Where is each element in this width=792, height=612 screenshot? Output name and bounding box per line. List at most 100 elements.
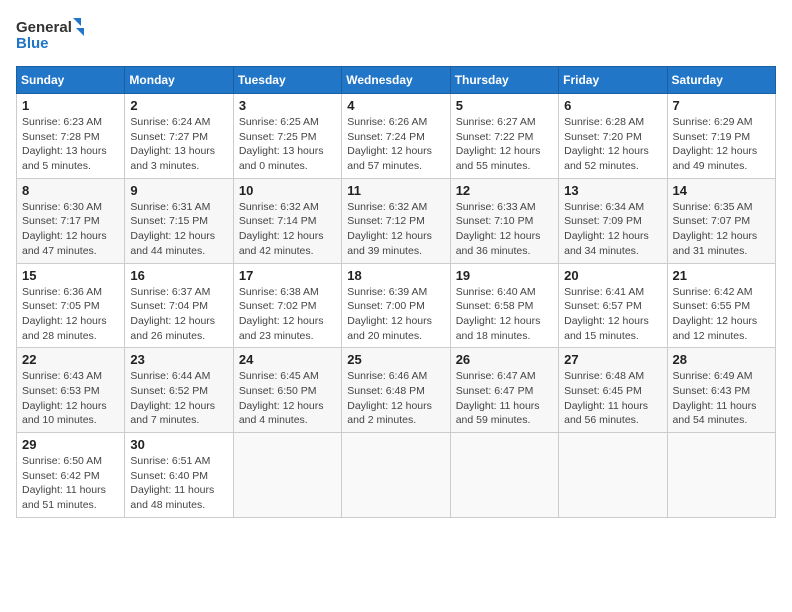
sunrise-label: Sunrise: 6:32 AM [239, 201, 319, 213]
calendar-cell: 30 Sunrise: 6:51 AM Sunset: 6:40 PM Dayl… [125, 433, 233, 518]
day-number: 8 [22, 183, 119, 198]
day-info: Sunrise: 6:42 AM Sunset: 6:55 PM Dayligh… [673, 285, 770, 344]
day-info: Sunrise: 6:32 AM Sunset: 7:14 PM Dayligh… [239, 200, 336, 259]
sunset-label: Sunset: 7:07 PM [673, 215, 751, 227]
day-number: 18 [347, 268, 444, 283]
sunrise-label: Sunrise: 6:33 AM [456, 201, 536, 213]
calendar-week-5: 29 Sunrise: 6:50 AM Sunset: 6:42 PM Dayl… [17, 433, 776, 518]
sunrise-label: Sunrise: 6:32 AM [347, 201, 427, 213]
sunset-label: Sunset: 7:00 PM [347, 300, 425, 312]
day-number: 10 [239, 183, 336, 198]
sunset-label: Sunset: 7:27 PM [130, 131, 208, 143]
day-number: 28 [673, 352, 770, 367]
day-info: Sunrise: 6:44 AM Sunset: 6:52 PM Dayligh… [130, 369, 227, 428]
sunrise-label: Sunrise: 6:37 AM [130, 286, 210, 298]
sunset-label: Sunset: 7:05 PM [22, 300, 100, 312]
calendar-body: 1 Sunrise: 6:23 AM Sunset: 7:28 PM Dayli… [17, 94, 776, 518]
day-number: 24 [239, 352, 336, 367]
daylight-label: Daylight: 12 hours and 55 minutes. [456, 145, 541, 172]
sunrise-label: Sunrise: 6:30 AM [22, 201, 102, 213]
day-info: Sunrise: 6:50 AM Sunset: 6:42 PM Dayligh… [22, 454, 119, 513]
sunset-label: Sunset: 7:22 PM [456, 131, 534, 143]
day-info: Sunrise: 6:45 AM Sunset: 6:50 PM Dayligh… [239, 369, 336, 428]
daylight-label: Daylight: 12 hours and 57 minutes. [347, 145, 432, 172]
sunset-label: Sunset: 6:42 PM [22, 470, 100, 482]
day-info: Sunrise: 6:41 AM Sunset: 6:57 PM Dayligh… [564, 285, 661, 344]
sunset-label: Sunset: 6:43 PM [673, 385, 751, 397]
sunset-label: Sunset: 6:55 PM [673, 300, 751, 312]
day-number: 17 [239, 268, 336, 283]
sunrise-label: Sunrise: 6:36 AM [22, 286, 102, 298]
daylight-label: Daylight: 11 hours and 56 minutes. [564, 400, 648, 427]
calendar-cell [559, 433, 667, 518]
sunrise-label: Sunrise: 6:24 AM [130, 116, 210, 128]
sunrise-label: Sunrise: 6:28 AM [564, 116, 644, 128]
day-info: Sunrise: 6:40 AM Sunset: 6:58 PM Dayligh… [456, 285, 553, 344]
sunrise-label: Sunrise: 6:44 AM [130, 370, 210, 382]
day-info: Sunrise: 6:46 AM Sunset: 6:48 PM Dayligh… [347, 369, 444, 428]
sunrise-label: Sunrise: 6:49 AM [673, 370, 753, 382]
calendar-cell: 9 Sunrise: 6:31 AM Sunset: 7:15 PM Dayli… [125, 178, 233, 263]
calendar-cell: 12 Sunrise: 6:33 AM Sunset: 7:10 PM Dayl… [450, 178, 558, 263]
daylight-label: Daylight: 12 hours and 52 minutes. [564, 145, 649, 172]
sunrise-label: Sunrise: 6:41 AM [564, 286, 644, 298]
calendar-cell [450, 433, 558, 518]
day-number: 22 [22, 352, 119, 367]
calendar-cell [233, 433, 341, 518]
day-info: Sunrise: 6:25 AM Sunset: 7:25 PM Dayligh… [239, 115, 336, 174]
calendar-cell: 18 Sunrise: 6:39 AM Sunset: 7:00 PM Dayl… [342, 263, 450, 348]
day-number: 4 [347, 98, 444, 113]
sunrise-label: Sunrise: 6:35 AM [673, 201, 753, 213]
daylight-label: Daylight: 12 hours and 4 minutes. [239, 400, 324, 427]
day-info: Sunrise: 6:38 AM Sunset: 7:02 PM Dayligh… [239, 285, 336, 344]
calendar-cell: 29 Sunrise: 6:50 AM Sunset: 6:42 PM Dayl… [17, 433, 125, 518]
day-number: 30 [130, 437, 227, 452]
daylight-label: Daylight: 12 hours and 23 minutes. [239, 315, 324, 342]
sunset-label: Sunset: 6:48 PM [347, 385, 425, 397]
svg-text:General: General [16, 19, 72, 36]
day-header-wednesday: Wednesday [342, 67, 450, 94]
sunrise-label: Sunrise: 6:38 AM [239, 286, 319, 298]
daylight-label: Daylight: 12 hours and 34 minutes. [564, 230, 649, 257]
daylight-label: Daylight: 11 hours and 48 minutes. [130, 484, 214, 511]
day-info: Sunrise: 6:29 AM Sunset: 7:19 PM Dayligh… [673, 115, 770, 174]
calendar-header-row: SundayMondayTuesdayWednesdayThursdayFrid… [17, 67, 776, 94]
day-number: 21 [673, 268, 770, 283]
calendar-cell [667, 433, 775, 518]
calendar-cell: 5 Sunrise: 6:27 AM Sunset: 7:22 PM Dayli… [450, 94, 558, 179]
daylight-label: Daylight: 12 hours and 49 minutes. [673, 145, 758, 172]
sunset-label: Sunset: 6:45 PM [564, 385, 642, 397]
daylight-label: Daylight: 11 hours and 54 minutes. [673, 400, 757, 427]
day-number: 14 [673, 183, 770, 198]
day-number: 5 [456, 98, 553, 113]
calendar-cell: 25 Sunrise: 6:46 AM Sunset: 6:48 PM Dayl… [342, 348, 450, 433]
sunrise-label: Sunrise: 6:31 AM [130, 201, 210, 213]
sunset-label: Sunset: 7:24 PM [347, 131, 425, 143]
calendar-cell [342, 433, 450, 518]
day-number: 1 [22, 98, 119, 113]
day-header-thursday: Thursday [450, 67, 558, 94]
sunrise-label: Sunrise: 6:40 AM [456, 286, 536, 298]
calendar-cell: 19 Sunrise: 6:40 AM Sunset: 6:58 PM Dayl… [450, 263, 558, 348]
day-info: Sunrise: 6:49 AM Sunset: 6:43 PM Dayligh… [673, 369, 770, 428]
calendar-cell: 11 Sunrise: 6:32 AM Sunset: 7:12 PM Dayl… [342, 178, 450, 263]
sunrise-label: Sunrise: 6:45 AM [239, 370, 319, 382]
sunset-label: Sunset: 7:02 PM [239, 300, 317, 312]
daylight-label: Daylight: 13 hours and 3 minutes. [130, 145, 215, 172]
day-number: 16 [130, 268, 227, 283]
day-number: 15 [22, 268, 119, 283]
sunset-label: Sunset: 7:25 PM [239, 131, 317, 143]
daylight-label: Daylight: 12 hours and 47 minutes. [22, 230, 107, 257]
sunset-label: Sunset: 7:04 PM [130, 300, 208, 312]
calendar-cell: 14 Sunrise: 6:35 AM Sunset: 7:07 PM Dayl… [667, 178, 775, 263]
calendar-cell: 23 Sunrise: 6:44 AM Sunset: 6:52 PM Dayl… [125, 348, 233, 433]
day-info: Sunrise: 6:37 AM Sunset: 7:04 PM Dayligh… [130, 285, 227, 344]
calendar-cell: 4 Sunrise: 6:26 AM Sunset: 7:24 PM Dayli… [342, 94, 450, 179]
sunrise-label: Sunrise: 6:42 AM [673, 286, 753, 298]
sunset-label: Sunset: 7:09 PM [564, 215, 642, 227]
sunset-label: Sunset: 7:19 PM [673, 131, 751, 143]
calendar-cell: 10 Sunrise: 6:32 AM Sunset: 7:14 PM Dayl… [233, 178, 341, 263]
day-number: 6 [564, 98, 661, 113]
daylight-label: Daylight: 12 hours and 42 minutes. [239, 230, 324, 257]
day-info: Sunrise: 6:48 AM Sunset: 6:45 PM Dayligh… [564, 369, 661, 428]
